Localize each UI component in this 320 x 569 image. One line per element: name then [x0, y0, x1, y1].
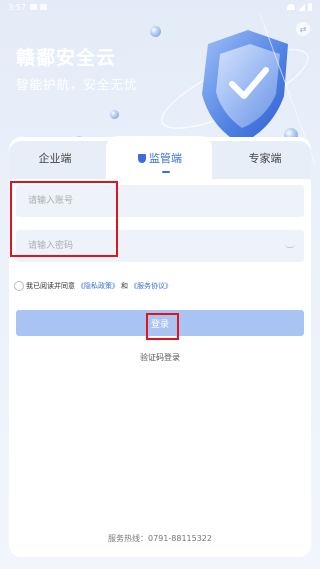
tab-label: 企业端	[38, 152, 72, 165]
code-login-link[interactable]: 验证码登录	[0, 352, 320, 363]
tab-indicator	[162, 171, 170, 173]
tab-label: 专家端	[248, 152, 282, 165]
tab-expert[interactable]: 专家端	[220, 150, 310, 166]
wifi-icon	[287, 4, 295, 10]
signal-icon	[298, 3, 305, 11]
decor-sphere	[110, 110, 119, 119]
and-text: 和	[121, 282, 128, 290]
status-bar: 3:57	[0, 0, 320, 14]
highlight-box	[10, 181, 118, 257]
app-title: 赣鄱安全云	[16, 47, 117, 69]
shield-icon	[138, 154, 146, 163]
status-time: 3:57	[8, 2, 26, 12]
service-agreement-link[interactable]: 《服务协议》	[130, 281, 172, 291]
agree-text: 我已阅读并同意	[26, 282, 75, 290]
tab-label: 监管端	[149, 152, 182, 165]
notification-icon	[29, 4, 37, 10]
agreement-row: 我已阅读并同意 《隐私政策》 和 《服务协议》	[14, 281, 174, 291]
battery-icon	[308, 3, 312, 11]
highlight-box	[146, 313, 179, 340]
service-hotline: 服务热线：0791-88115322	[108, 534, 212, 543]
settings-icon[interactable]: ⇄	[296, 22, 310, 36]
privacy-policy-link[interactable]: 《隐私政策》	[77, 281, 119, 291]
app-subtitle: 智能护航，安全无忧	[16, 77, 138, 92]
agree-radio[interactable]	[14, 281, 24, 291]
notification-icon-2	[39, 4, 47, 10]
tab-enterprise[interactable]: 企业端	[10, 150, 100, 166]
tab-supervisor[interactable]: 监管端	[115, 150, 205, 166]
decor-sphere	[150, 26, 161, 37]
